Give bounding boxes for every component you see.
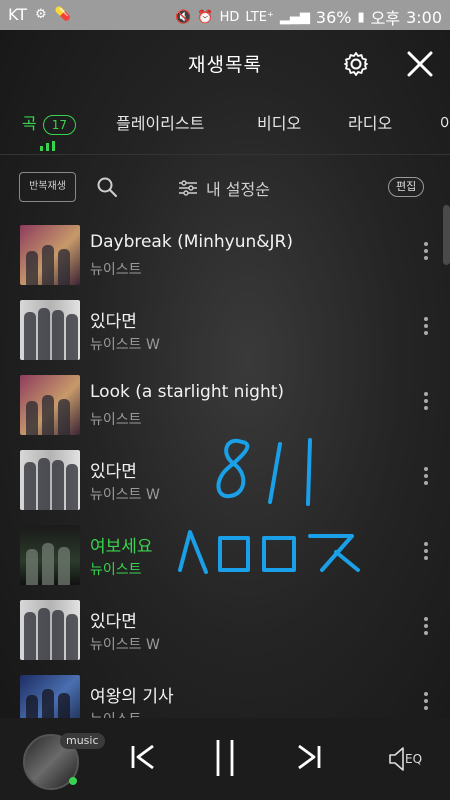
song-artist: 뉴이스트 W <box>90 637 160 653</box>
signal-icon: ▂▄▆ <box>279 9 310 25</box>
ampm-label: 오후 <box>370 9 401 28</box>
more-options-icon[interactable] <box>422 317 430 339</box>
album-art <box>20 225 80 285</box>
more-options-icon[interactable] <box>422 542 430 564</box>
sort-sliders-icon <box>179 180 197 196</box>
close-icon[interactable] <box>404 48 436 80</box>
eq-label[interactable]: EQ <box>405 752 422 766</box>
tab-songs-label: 곡 <box>22 114 37 133</box>
tab-videos[interactable]: 비디오 <box>257 110 301 134</box>
scrollbar[interactable] <box>443 205 450 265</box>
mini-player: music EQ <box>0 718 450 800</box>
more-options-icon[interactable] <box>422 617 430 639</box>
more-options-icon[interactable] <box>422 692 430 714</box>
battery-icon: ▮ <box>357 9 365 25</box>
pause-icon[interactable] <box>212 738 238 778</box>
handwritten-annotation <box>178 438 360 574</box>
tab-songs[interactable]: 곡 17 <box>22 110 77 135</box>
song-artist: 뉴이스트 <box>90 709 142 718</box>
hd-icon: HD <box>219 9 240 25</box>
search-icon[interactable] <box>96 176 118 198</box>
mute-icon: 🔇 <box>175 9 192 25</box>
pill-notification-icon: 💊 <box>54 7 71 22</box>
sort-button[interactable]: 내 설정순 <box>178 176 270 200</box>
song-title: 여보세요 <box>90 537 153 557</box>
album-art <box>20 450 80 510</box>
song-title: 있다면 <box>90 612 137 632</box>
repeat-button[interactable]: 반복재생 <box>19 172 76 202</box>
song-artist: 뉴이스트 W <box>90 337 160 353</box>
alarm-icon: ⏰ <box>197 9 214 25</box>
album-art <box>20 375 80 435</box>
playing-indicator <box>69 777 77 785</box>
list-toolbar: 반복재생 내 설정순 편집 <box>0 172 450 202</box>
tab-playlists[interactable]: 플레이리스트 <box>116 110 204 134</box>
song-artist: 뉴이스트 W <box>90 487 160 503</box>
album-art <box>20 300 80 360</box>
status-bar: KT ⚙ 💊 🔇 ⏰ HD LTE⁺ ▂▄▆ 36% ▮ 오후 3:00 <box>0 0 450 30</box>
album-art <box>20 600 80 660</box>
lte-icon: LTE⁺ <box>245 9 274 25</box>
album-art <box>20 525 80 585</box>
battery-percent: 36% <box>315 7 352 27</box>
song-title: Look (a starlight night) <box>90 382 285 402</box>
tab-radio[interactable]: 라디오 <box>348 110 392 134</box>
carrier-label: KT <box>8 5 28 24</box>
song-title: Daybreak (Minhyun&JR) <box>90 232 293 252</box>
song-artist: 뉴이스트 <box>90 412 142 428</box>
next-track-icon[interactable] <box>294 742 324 772</box>
music-badge: music <box>60 733 105 749</box>
song-artist: 뉴이스트 <box>90 562 142 578</box>
list-item[interactable]: 있다면 뉴이스트 W <box>0 593 450 668</box>
settings-gear-icon[interactable] <box>342 50 370 78</box>
clock: 3:00 <box>406 7 442 27</box>
settings-notification-icon: ⚙ <box>35 7 47 22</box>
previous-track-icon[interactable] <box>128 742 158 772</box>
tab-bar: 곡 17 플레이리스트 비디오 라디오 아 <box>0 100 450 150</box>
album-art <box>20 675 80 718</box>
more-options-icon[interactable] <box>422 242 430 264</box>
song-title: 있다면 <box>90 312 137 332</box>
more-options-icon[interactable] <box>422 467 430 489</box>
tab-more[interactable]: 아 <box>440 110 450 134</box>
speaker-eq-icon[interactable] <box>388 746 406 772</box>
repeat-label: 반복재생 <box>29 181 66 192</box>
song-title: 여왕의 기사 <box>90 687 174 707</box>
list-item[interactable]: 여왕의 기사 뉴이스트 <box>0 668 450 718</box>
now-playing-bars-icon <box>40 141 55 151</box>
tab-divider <box>0 154 450 155</box>
song-title: 있다면 <box>90 462 137 482</box>
list-item[interactable]: 있다면 뉴이스트 W <box>0 293 450 368</box>
song-artist: 뉴이스트 <box>90 262 142 278</box>
sort-label: 내 설정순 <box>206 180 270 199</box>
more-options-icon[interactable] <box>422 392 430 414</box>
page-title: 재생목록 <box>188 54 262 76</box>
edit-button[interactable]: 편집 <box>388 177 425 197</box>
song-count-badge: 17 <box>42 115 77 135</box>
list-item[interactable]: Daybreak (Minhyun&JR) 뉴이스트 <box>0 218 450 293</box>
